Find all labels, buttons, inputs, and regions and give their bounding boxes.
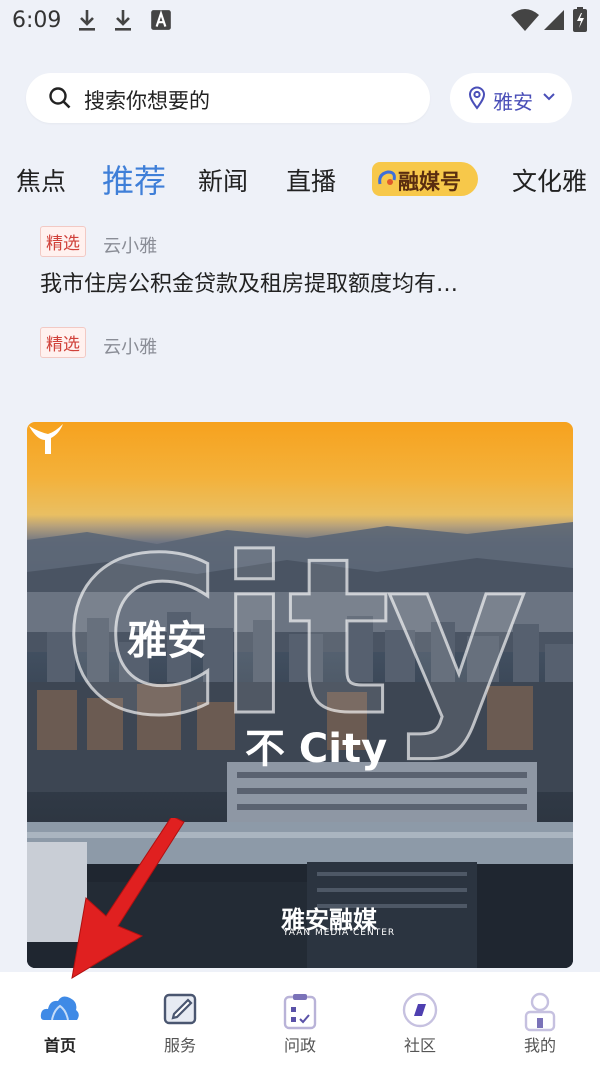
source-label: 云小雅: [103, 336, 158, 358]
location-label: 雅安: [493, 90, 533, 114]
font-a-icon: [151, 10, 171, 30]
banner-subtitle: 不 City: [245, 726, 388, 772]
search-input[interactable]: 搜索你想要的: [26, 73, 430, 123]
edit-icon: [163, 993, 197, 1025]
status-time: 6:09: [12, 8, 62, 33]
banner-logo-subtext: YAAN MEDIA CENTER: [283, 928, 396, 938]
featured-tag: 精选: [40, 327, 86, 358]
source-label: 云小雅: [103, 235, 158, 257]
feed-item-meta: 精选 云小雅: [40, 226, 157, 258]
tab-recommended[interactable]: 推荐: [102, 156, 166, 202]
nav-inquiry-label: 问政: [283, 1036, 316, 1055]
swirl-logo-icon: [378, 170, 396, 185]
annotation-arrow-icon: [71, 818, 185, 979]
chevron-down-icon: [543, 93, 555, 101]
tab-media-account-label: 融媒号: [398, 170, 461, 194]
feed-item-meta: 精选 云小雅: [40, 327, 157, 359]
clipboard-icon: [283, 994, 317, 1030]
tab-live[interactable]: 直播: [286, 162, 336, 198]
battery-icon: [573, 7, 587, 32]
download-icon: [115, 10, 131, 31]
channel-tabs: 焦点 推荐 新闻 直播 融媒号 文化雅: [0, 152, 600, 206]
nav-services-label: 服务: [163, 1036, 196, 1055]
nav-profile[interactable]: 我的: [480, 972, 600, 1066]
location-pin-icon: [468, 86, 486, 110]
search-icon: [49, 87, 71, 109]
tab-culture[interactable]: 文化雅: [512, 162, 587, 198]
tab-news[interactable]: 新闻: [198, 162, 248, 198]
nav-community[interactable]: 社区: [360, 972, 480, 1066]
nav-community-label: 社区: [403, 1036, 436, 1055]
tab-focus[interactable]: 焦点: [16, 162, 66, 198]
download-icon: [79, 10, 95, 31]
tab-media-account[interactable]: 融媒号: [372, 162, 478, 196]
wifi-icon: [511, 9, 539, 31]
news-headline[interactable]: 我市住房公积金贷款及租房提取额度均有…: [40, 266, 560, 298]
home-cloud-icon: [40, 996, 79, 1021]
search-placeholder: 搜索你想要的: [84, 89, 210, 113]
nav-inquiry[interactable]: 问政: [240, 972, 360, 1066]
user-icon: [524, 992, 556, 1032]
featured-tag: 精选: [40, 226, 86, 257]
status-bar: 6:09: [0, 0, 600, 40]
nav-profile-label: 我的: [523, 1036, 556, 1055]
compass-icon: [402, 992, 438, 1028]
banner-city-name: 雅安: [127, 618, 207, 664]
signal-icon: [544, 10, 564, 30]
media-center-logo-icon: [29, 424, 63, 454]
location-selector[interactable]: 雅安: [450, 73, 572, 123]
nav-home-label: 首页: [43, 1036, 76, 1055]
